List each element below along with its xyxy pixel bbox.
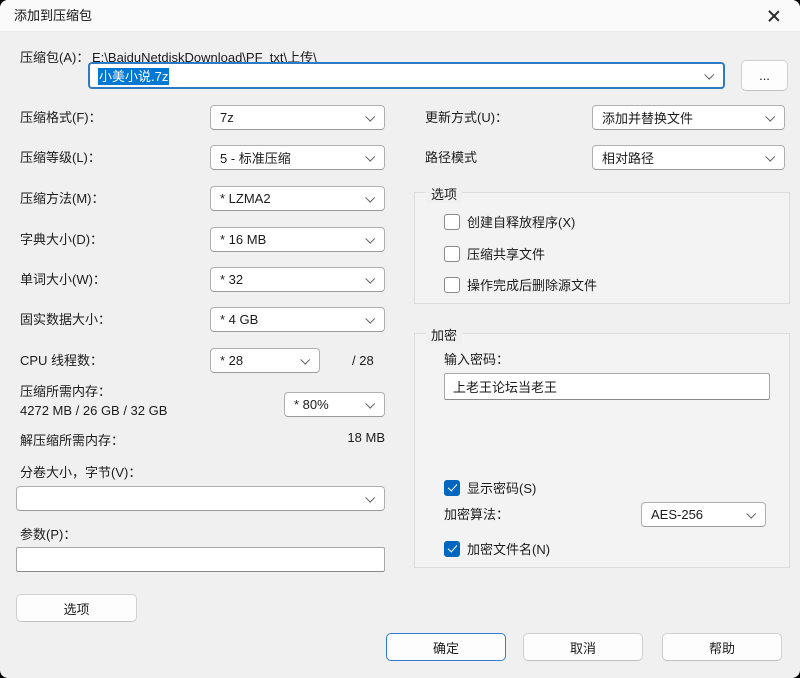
archive-name-combobox[interactable]: 小美小说.7z — [88, 62, 725, 89]
chevron-down-icon — [300, 355, 310, 365]
memory-decompress-label: 解压缩所需内存： — [20, 430, 124, 449]
add-to-archive-dialog: 添加到压缩包 压缩包(A)： E:\BaiduNetdiskDownload\P… — [0, 0, 800, 678]
encryption-method-label: 加密算法： — [444, 502, 509, 527]
checkbox-icon[interactable] — [444, 246, 460, 262]
encrypt-filenames-label: 加密文件名(N) — [467, 539, 550, 558]
archive-label: 压缩包(A)： — [20, 47, 89, 66]
level-label: 压缩等级(L)： — [20, 145, 101, 170]
compress-shared-checkbox-row[interactable]: 压缩共享文件 — [444, 244, 545, 263]
dictionary-label: 字典大小(D)： — [20, 227, 103, 252]
password-input[interactable] — [444, 373, 770, 400]
archive-name-selected-text: 小美小说.7z — [98, 68, 169, 85]
parameters-label: 参数(P)： — [20, 524, 76, 543]
volume-size-label: 分卷大小，字节(V)： — [20, 462, 141, 481]
close-icon — [768, 10, 780, 22]
show-password-label: 显示密码(S) — [467, 478, 536, 497]
window-title: 添加到压缩包 — [14, 0, 92, 32]
chevron-down-icon — [365, 493, 375, 503]
ok-button[interactable]: 确定 — [386, 633, 506, 661]
password-label: 输入密码： — [444, 349, 509, 368]
help-button[interactable]: 帮助 — [662, 633, 782, 661]
path-mode-label: 路径模式 — [425, 145, 477, 170]
delete-after-label: 操作完成后删除源文件 — [467, 275, 597, 294]
word-size-label: 单词大小(W)： — [20, 267, 106, 292]
chevron-down-icon — [365, 314, 375, 324]
level-combobox[interactable]: 5 - 标准压缩 — [210, 145, 385, 170]
cpu-threads-combobox[interactable]: * 28 — [210, 348, 320, 373]
chevron-down-icon — [365, 234, 375, 244]
chevron-down-icon — [365, 112, 375, 122]
solid-block-label: 固实数据大小： — [20, 307, 111, 332]
solid-block-combobox[interactable]: * 4 GB — [210, 307, 385, 332]
memory-compress-label: 压缩所需内存： — [20, 381, 111, 400]
dictionary-combobox[interactable]: * 16 MB — [210, 227, 385, 252]
checkbox-icon[interactable] — [444, 480, 460, 496]
options-group-title: 选项 — [426, 184, 462, 203]
chevron-down-icon — [765, 152, 775, 162]
parameters-input[interactable] — [16, 547, 385, 572]
encrypt-filenames-checkbox-row[interactable]: 加密文件名(N) — [444, 539, 550, 558]
update-mode-combobox[interactable]: 添加并替换文件 — [592, 105, 785, 130]
options-group: 选项 创建自释放程序(X) 压缩共享文件 操作完成后删除源文件 — [414, 192, 790, 304]
chevron-down-icon — [765, 112, 775, 122]
encryption-group-title: 加密 — [426, 325, 462, 344]
create-sfx-checkbox-row[interactable]: 创建自释放程序(X) — [444, 212, 575, 231]
titlebar: 添加到压缩包 — [0, 0, 800, 32]
chevron-down-icon — [746, 509, 756, 519]
encryption-method-combobox[interactable]: AES-256 — [641, 502, 766, 527]
chevron-down-icon — [365, 152, 375, 162]
delete-after-checkbox-row[interactable]: 操作完成后删除源文件 — [444, 275, 597, 294]
cpu-threads-label: CPU 线程数： — [20, 348, 103, 373]
method-label: 压缩方法(M)： — [20, 186, 105, 211]
chevron-down-icon — [704, 70, 714, 80]
show-password-checkbox-row[interactable]: 显示密码(S) — [444, 478, 536, 497]
checkbox-icon[interactable] — [444, 277, 460, 293]
encryption-group: 加密 输入密码： 显示密码(S) 加密算法： AES-256 加密文件名(N) — [414, 333, 790, 568]
format-combobox[interactable]: 7z — [210, 105, 385, 130]
compress-shared-label: 压缩共享文件 — [467, 244, 545, 263]
volume-size-combobox[interactable] — [16, 486, 385, 511]
cpu-threads-max: / 28 — [352, 348, 374, 373]
chevron-down-icon — [365, 399, 375, 409]
memory-percent-combobox[interactable]: * 80% — [284, 392, 385, 417]
close-button[interactable] — [752, 1, 796, 31]
format-label: 压缩格式(F)： — [20, 105, 102, 130]
method-combobox[interactable]: * LZMA2 — [210, 186, 385, 211]
create-sfx-label: 创建自释放程序(X) — [467, 212, 575, 231]
checkbox-icon[interactable] — [444, 214, 460, 230]
options-button[interactable]: 选项 — [16, 594, 137, 622]
update-mode-label: 更新方式(U)： — [425, 105, 508, 130]
browse-button[interactable]: ... — [741, 60, 788, 91]
word-size-combobox[interactable]: * 32 — [210, 267, 385, 292]
chevron-down-icon — [365, 193, 375, 203]
cancel-button[interactable]: 取消 — [523, 633, 643, 661]
chevron-down-icon — [365, 274, 375, 284]
checkbox-icon[interactable] — [444, 541, 460, 557]
path-mode-combobox[interactable]: 相对路径 — [592, 145, 785, 170]
memory-decompress-value: 18 MB — [300, 430, 385, 445]
memory-compress-detail: 4272 MB / 26 GB / 32 GB — [20, 403, 167, 418]
